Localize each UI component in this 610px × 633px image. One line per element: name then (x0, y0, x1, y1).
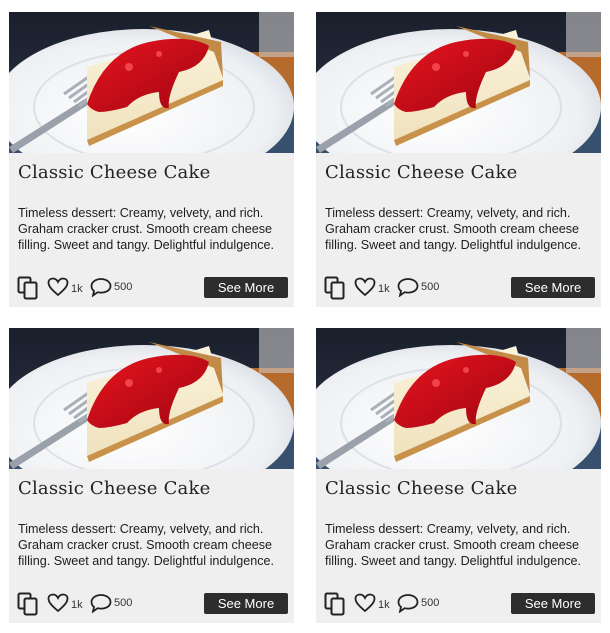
card-title: Classic Cheese Cake (18, 478, 211, 499)
copy-icon[interactable] (324, 276, 346, 300)
copy-icon[interactable] (17, 592, 39, 616)
comment-bubble-icon[interactable] (397, 277, 419, 297)
like-count: 1k (71, 599, 83, 611)
card-title: Classic Cheese Cake (325, 478, 518, 499)
card-description: Timeless dessert: Creamy, velvety, and r… (325, 206, 582, 252)
card-actions: 1k 500 See More (324, 276, 595, 300)
cheesecake-photo (9, 12, 294, 153)
see-more-button[interactable]: See More (204, 277, 288, 298)
like-count: 1k (378, 599, 390, 611)
card-description: Timeless dessert: Creamy, velvety, and r… (18, 522, 275, 568)
comment-count: 500 (421, 597, 440, 609)
heart-icon[interactable] (354, 277, 376, 297)
comment-bubble-icon[interactable] (90, 593, 112, 613)
card-description: Timeless dessert: Creamy, velvety, and r… (18, 206, 275, 252)
recipe-card: Classic Cheese Cake Timeless dessert: Cr… (9, 328, 294, 623)
recipe-card: Classic Cheese Cake Timeless dessert: Cr… (9, 12, 294, 307)
card-actions: 1k 500 See More (17, 592, 288, 616)
card-actions: 1k 500 See More (17, 276, 288, 300)
like-count: 1k (378, 283, 390, 295)
comment-count: 500 (114, 597, 133, 609)
card-title: Classic Cheese Cake (325, 162, 518, 183)
copy-icon[interactable] (324, 592, 346, 616)
heart-icon[interactable] (354, 593, 376, 613)
see-more-button[interactable]: See More (204, 593, 288, 614)
recipe-card: Classic Cheese Cake Timeless dessert: Cr… (316, 328, 601, 623)
cheesecake-photo (316, 12, 601, 153)
heart-icon[interactable] (47, 593, 69, 613)
recipe-card: Classic Cheese Cake Timeless dessert: Cr… (316, 12, 601, 307)
cheesecake-photo (9, 328, 294, 469)
comment-bubble-icon[interactable] (90, 277, 112, 297)
cheesecake-photo (316, 328, 601, 469)
comment-bubble-icon[interactable] (397, 593, 419, 613)
comment-count: 500 (114, 281, 133, 293)
card-description: Timeless dessert: Creamy, velvety, and r… (325, 522, 582, 568)
copy-icon[interactable] (17, 276, 39, 300)
card-actions: 1k 500 See More (324, 592, 595, 616)
see-more-button[interactable]: See More (511, 277, 595, 298)
comment-count: 500 (421, 281, 440, 293)
like-count: 1k (71, 283, 83, 295)
see-more-button[interactable]: See More (511, 593, 595, 614)
card-title: Classic Cheese Cake (18, 162, 211, 183)
heart-icon[interactable] (47, 277, 69, 297)
